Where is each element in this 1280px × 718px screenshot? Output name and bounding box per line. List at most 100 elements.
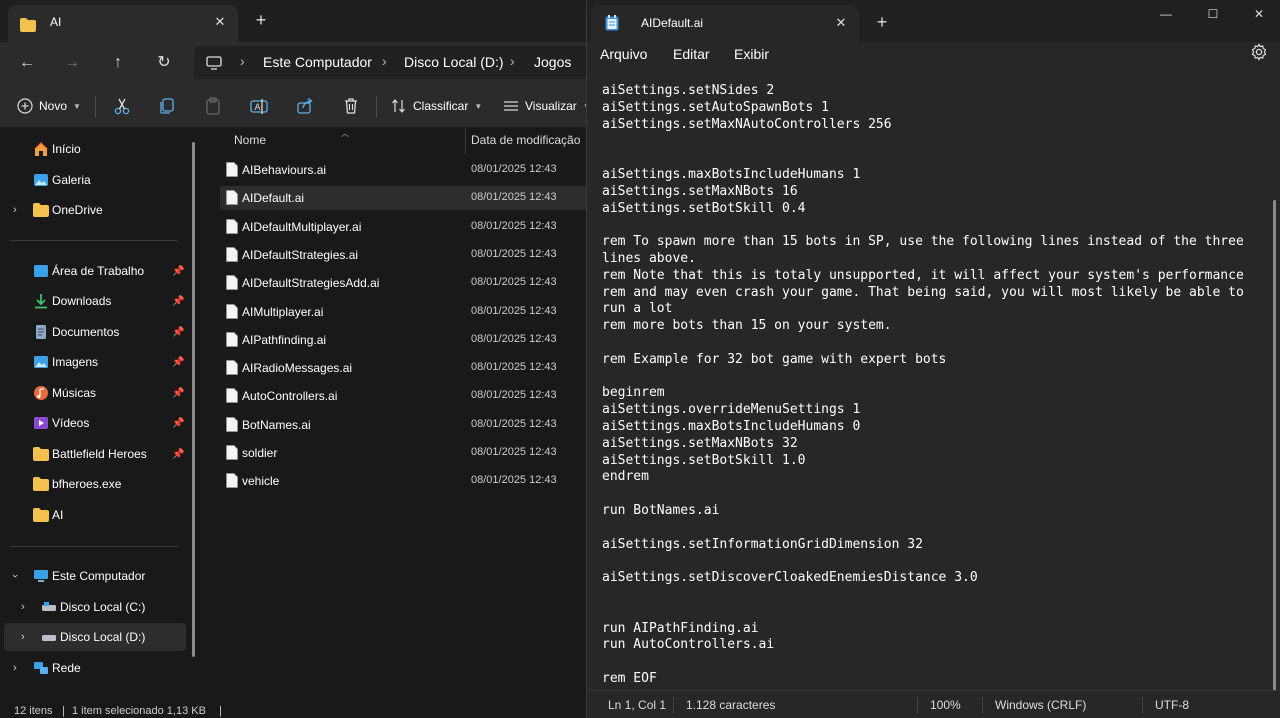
gear-icon[interactable] [1250, 43, 1268, 61]
cut-icon[interactable] [112, 96, 132, 116]
breadcrumb-item[interactable]: Jogos [534, 54, 571, 70]
videos-icon [34, 417, 48, 429]
up-button[interactable]: ↑ [104, 49, 132, 77]
file-row[interactable]: AIMultiplayer.ai 08/01/2025 12:43 [220, 300, 586, 324]
refresh-button[interactable]: ↻ [150, 49, 178, 77]
chevron-down-icon[interactable]: › [9, 574, 21, 578]
computer-icon [206, 56, 222, 70]
sidebar-item-gallery[interactable]: Galeria [4, 166, 186, 194]
file-date: 08/01/2025 12:43 [471, 333, 557, 345]
svg-text:A: A [255, 102, 261, 112]
notepad-tab[interactable]: AIDefault.ai ✕ [591, 5, 859, 42]
explorer-titlebar: AI ✕ + [0, 0, 586, 42]
file-row[interactable]: AIDefaultMultiplayer.ai 08/01/2025 12:43 [220, 215, 586, 239]
close-tab-button[interactable]: ✕ [831, 13, 851, 33]
sidebar-item-label: Imagens [52, 355, 99, 369]
file-row[interactable]: AIDefaultStrategiesAdd.ai 08/01/2025 12:… [220, 271, 586, 295]
sidebar-item-desktop[interactable]: Área de Trabalho 📌 [4, 257, 186, 285]
sidebar-item-music[interactable]: Músicas 📌 [4, 379, 186, 407]
column-header-name[interactable]: Nome [234, 133, 266, 147]
status-divider [917, 697, 918, 713]
breadcrumb-item[interactable]: Disco Local (D:) [404, 54, 504, 70]
share-icon[interactable] [295, 96, 315, 116]
back-button[interactable]: ← [13, 49, 41, 77]
menu-view[interactable]: Exibir [734, 46, 769, 62]
sidebar-item-label: Documentos [52, 325, 120, 339]
sidebar-item-videos[interactable]: Vídeos 📌 [4, 409, 186, 437]
pin-icon: 📌 [172, 265, 185, 277]
paste-icon[interactable] [203, 96, 223, 116]
close-tab-button[interactable]: ✕ [210, 12, 230, 32]
file-row[interactable]: soldier 08/01/2025 12:43 [220, 441, 586, 465]
address-bar[interactable]: › Este Computador › Disco Local (D:) › J… [194, 46, 586, 79]
sidebar-item-this-pc[interactable]: › Este Computador [4, 562, 186, 590]
column-header-date[interactable]: Data de modificação [471, 133, 580, 147]
new-tab-button[interactable]: + [871, 11, 893, 33]
breadcrumb-item[interactable]: Este Computador [263, 54, 372, 70]
editor-scrollbar[interactable] [1273, 200, 1276, 718]
file-icon [226, 388, 238, 403]
rename-icon[interactable]: A [249, 96, 269, 116]
new-tab-button[interactable]: + [250, 9, 272, 31]
status-divider [673, 697, 674, 713]
sidebar-scrollbar[interactable] [192, 142, 195, 657]
pin-icon: 📌 [172, 448, 185, 460]
sidebar-item-network[interactable]: › Rede [4, 654, 186, 682]
file-row[interactable]: AutoControllers.ai 08/01/2025 12:43 [220, 384, 586, 408]
chevron-right-icon[interactable]: › [21, 631, 25, 643]
file-row[interactable]: AIDefault.ai 08/01/2025 12:43 [220, 186, 586, 210]
pin-icon: 📌 [172, 356, 185, 368]
maximize-button[interactable]: ☐ [1190, 2, 1236, 26]
file-name: AIDefaultStrategies.ai [242, 248, 359, 262]
sidebar-item-images[interactable]: Imagens 📌 [4, 348, 186, 376]
zoom-level[interactable]: 100% [930, 698, 961, 712]
minimize-button[interactable]: — [1143, 2, 1189, 26]
sort-button[interactable]: Classificar ▼ [391, 94, 482, 118]
close-window-button[interactable]: ✕ [1236, 2, 1280, 26]
sidebar-item-home[interactable]: Início [4, 135, 186, 163]
folder-icon [33, 508, 49, 522]
status-divider [982, 697, 983, 713]
gallery-icon [34, 174, 48, 186]
file-row[interactable]: AIRadioMessages.ai 08/01/2025 12:43 [220, 356, 586, 380]
file-row[interactable]: AIPathfinding.ai 08/01/2025 12:43 [220, 328, 586, 352]
sidebar-divider [10, 240, 178, 241]
sidebar-item-ai[interactable]: AI [4, 501, 186, 529]
line-ending[interactable]: Windows (CRLF) [995, 698, 1086, 712]
status-separator: | [219, 705, 222, 717]
file-row[interactable]: BotNames.ai 08/01/2025 12:43 [220, 413, 586, 437]
folder-icon [33, 447, 49, 461]
chevron-right-icon[interactable]: › [13, 204, 17, 216]
forward-button[interactable]: → [58, 49, 86, 77]
sidebar-item-downloads[interactable]: Downloads 📌 [4, 287, 186, 315]
file-row[interactable]: vehicle 08/01/2025 12:43 [220, 469, 586, 493]
sidebar-item-battlefield-heroes[interactable]: Battlefield Heroes 📌 [4, 440, 186, 468]
explorer-tab[interactable]: AI ✕ [8, 5, 238, 42]
copy-icon[interactable] [157, 96, 177, 116]
sidebar-item-onedrive[interactable]: › OneDrive [4, 196, 186, 224]
file-row[interactable]: AIBehaviours.ai 08/01/2025 12:43 [220, 158, 586, 182]
file-row[interactable]: AIDefaultStrategies.ai 08/01/2025 12:43 [220, 243, 586, 267]
sidebar-item-label: Início [52, 142, 81, 156]
view-button[interactable]: Visualizar ▼ [503, 94, 586, 118]
column-divider[interactable] [465, 128, 466, 154]
sidebar-item-documents[interactable]: Documentos 📌 [4, 318, 186, 346]
file-date: 08/01/2025 12:43 [471, 474, 557, 486]
encoding[interactable]: UTF-8 [1155, 698, 1189, 712]
sidebar-item-bfheroes-exe[interactable]: bfheroes.exe [4, 470, 186, 498]
file-date: 08/01/2025 12:43 [471, 248, 557, 260]
chevron-right-icon[interactable]: › [21, 601, 25, 613]
menu-file[interactable]: Arquivo [600, 46, 647, 62]
new-button[interactable]: Novo ▼ [17, 94, 81, 118]
sidebar-item-label: Disco Local (D:) [60, 630, 146, 644]
notepad-window: AIDefault.ai ✕ + — ☐ ✕ Arquivo Editar Ex… [586, 0, 1280, 718]
text-editor[interactable]: aiSettings.setNSides 2 aiSettings.setAut… [587, 78, 1280, 718]
desktop-icon [34, 265, 48, 277]
chevron-right-icon[interactable]: › [13, 662, 17, 674]
editor-content[interactable]: aiSettings.setNSides 2 aiSettings.setAut… [602, 83, 1267, 688]
delete-icon[interactable] [341, 96, 361, 116]
menu-edit[interactable]: Editar [673, 46, 710, 62]
sidebar-item-drive-c[interactable]: › Disco Local (C:) [4, 593, 186, 621]
sidebar-item-drive-d[interactable]: › Disco Local (D:) [4, 623, 186, 651]
pc-icon [34, 570, 48, 582]
